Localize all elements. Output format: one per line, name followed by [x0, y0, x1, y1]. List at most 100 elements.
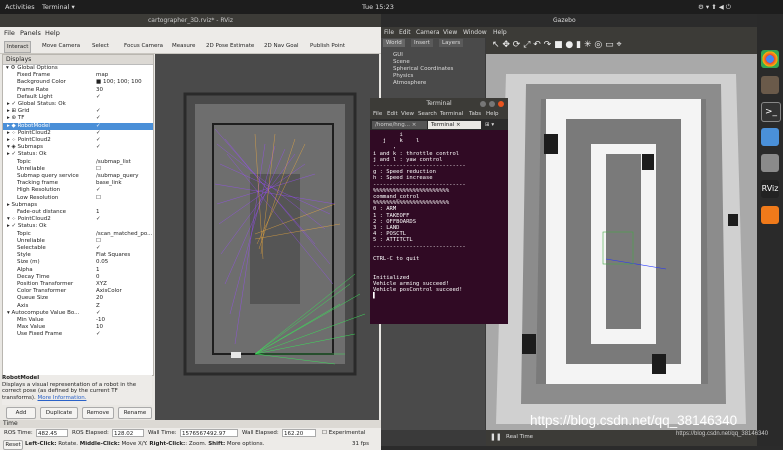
gz-tree-item[interactable]: Physics — [393, 73, 453, 80]
rviz-3d-view[interactable] — [155, 54, 379, 420]
display-row[interactable]: ▸ ✓ Global Status: Ok — [3, 101, 153, 108]
search-icon[interactable] — [761, 128, 779, 146]
tool-focus-camera[interactable]: Focus Camera — [122, 41, 165, 51]
display-row[interactable]: ▸ ⊛ TF ✓ — [3, 115, 153, 122]
close-icon[interactable] — [498, 101, 504, 107]
display-row-value[interactable]: ✓ — [96, 137, 101, 144]
activities-button[interactable]: Activities — [5, 3, 35, 11]
display-row-value[interactable]: ✓ — [96, 187, 101, 194]
display-row-value[interactable]: 30 — [96, 87, 103, 94]
display-row[interactable]: ▸ ✓ Status: Ok — [3, 223, 153, 230]
display-row[interactable]: Submap query service/submap_query — [3, 173, 153, 180]
remove-button[interactable]: Remove — [82, 407, 114, 419]
app-menu[interactable]: Terminal ▾ — [42, 3, 75, 11]
display-row-value[interactable]: AxisColor — [96, 288, 122, 295]
display-row[interactable]: ▾ ◈ Submaps ✓ — [3, 144, 153, 151]
tool-interact[interactable]: Interact — [4, 41, 32, 53]
system-tray-icons[interactable]: ⚙ ▾ ⬆ ◀ ⏻ — [698, 3, 731, 12]
display-row[interactable]: Unreliable ☐ — [3, 166, 153, 173]
menu-file[interactable]: File — [4, 29, 15, 37]
display-row[interactable]: Frame Rate 30 — [3, 87, 153, 94]
maximize-icon[interactable] — [489, 101, 495, 107]
display-row-value[interactable]: ✓ — [96, 108, 101, 115]
term-menu-edit[interactable]: Edit — [387, 111, 398, 117]
gz-tab-insert[interactable]: Insert — [411, 39, 433, 47]
display-row-value[interactable]: ✓ — [96, 144, 101, 151]
tool-select[interactable]: Select — [90, 41, 111, 51]
display-row[interactable]: Topic/submap_list — [3, 159, 153, 166]
duplicate-button[interactable]: Duplicate — [40, 407, 78, 419]
display-row[interactable]: Style Flat Squares — [3, 252, 153, 259]
display-row[interactable]: Color Transformer AxisColor — [3, 288, 153, 295]
term-menu-search[interactable]: Search — [418, 111, 437, 117]
tool-move-camera[interactable]: Move Camera — [40, 41, 82, 51]
display-row[interactable]: Position Transformer XYZ — [3, 281, 153, 288]
display-row[interactable]: Fade-out distance 1 — [3, 209, 153, 216]
display-row-value[interactable]: ✓ — [96, 245, 101, 252]
display-row[interactable]: Tracking frame base_link — [3, 180, 153, 187]
gz-tree-item[interactable]: Scene — [393, 59, 453, 66]
display-row[interactable]: ▸ ⁘ PointCloud2 ✓ — [3, 137, 153, 144]
display-row-value[interactable]: 0 — [96, 274, 100, 281]
chrome-icon[interactable] — [761, 50, 779, 68]
gz-tab-world[interactable]: World — [383, 39, 405, 47]
display-row-value[interactable]: map — [96, 72, 108, 79]
terminal-tab-2[interactable]: Terminal × — [428, 121, 481, 129]
layers-icon[interactable] — [761, 206, 779, 224]
gz-menu-view[interactable]: View — [443, 29, 457, 36]
display-row-value[interactable]: ✓ — [96, 94, 101, 101]
display-row[interactable]: Selectable ✓ — [3, 245, 153, 252]
gz-tree-item[interactable]: Atmosphere — [393, 80, 453, 87]
display-row-value[interactable]: 10 — [96, 324, 103, 331]
display-row-value[interactable]: XYZ — [96, 281, 107, 288]
gz-menu-camera[interactable]: Camera — [416, 29, 440, 36]
pause-icon[interactable]: ❚❚ — [490, 433, 502, 441]
terminal-tab-1[interactable]: /home/hng... × — [372, 121, 427, 129]
tool-publish-point[interactable]: Publish Point — [308, 41, 347, 51]
display-row[interactable]: Alpha 1 — [3, 267, 153, 274]
display-row-value[interactable]: 1 — [96, 267, 100, 274]
display-row[interactable]: ▸ ⊞ Grid ✓ — [3, 108, 153, 115]
tool-measure[interactable]: Measure — [170, 41, 197, 51]
terminal-output[interactable]: i j k l ,i and k : throttle control j and… — [373, 132, 507, 322]
display-row-value[interactable]: 0.05 — [96, 259, 108, 266]
display-row[interactable]: Max Value 10 — [3, 324, 153, 331]
term-menu-view[interactable]: View — [401, 111, 414, 117]
gz-menu-window[interactable]: Window — [463, 29, 487, 36]
menu-help[interactable]: Help — [45, 29, 60, 37]
menu-panels[interactable]: Panels — [20, 29, 41, 37]
display-row-value[interactable]: ✓ — [96, 115, 101, 122]
display-row-value[interactable]: -10 — [96, 317, 105, 324]
display-row-value[interactable]: 20 — [96, 295, 103, 302]
display-row-value[interactable]: ■ 100; 100; 100 — [96, 79, 142, 86]
display-row-value[interactable]: ☐ — [96, 238, 101, 245]
display-row-value[interactable]: /submap_list — [96, 159, 131, 166]
display-row[interactable]: ▾ Autocompute Value Bo... ✓ — [3, 310, 153, 317]
display-row-value[interactable]: ✓ — [96, 216, 101, 223]
display-row-value[interactable]: Flat Squares — [96, 252, 130, 259]
term-menu-tabs[interactable]: Tabs — [469, 111, 481, 117]
display-row[interactable]: ▸ ✓ Status: Ok — [3, 151, 153, 158]
display-row-value[interactable]: ✓ — [96, 130, 101, 137]
display-row[interactable]: Queue Size 20 — [3, 295, 153, 302]
files-icon[interactable] — [761, 76, 779, 94]
gz-tool-icons[interactable]: ↖ ✥ ⟳ ⤢ ↶ ↷ ■ ● ▮ ✳ ◎ ▭ ⌖ — [492, 40, 622, 50]
display-row[interactable]: ▾ ⚙ Global Options — [3, 65, 153, 72]
gz-world-tree[interactable]: GUI Scene Spherical Coordinates Physics … — [393, 52, 453, 87]
terminal-icon[interactable]: >_ — [761, 102, 781, 122]
display-row[interactable]: Topic/scan_matched_po... — [3, 231, 153, 238]
term-menu-terminal[interactable]: Terminal — [440, 111, 463, 117]
display-row[interactable]: Fixed Frame map — [3, 72, 153, 79]
display-row[interactable]: ▸ ⁘ PointCloud2 ✓ — [3, 130, 153, 137]
display-row[interactable]: Size (m) 0.05 — [3, 259, 153, 266]
display-row-value[interactable]: ✓ — [96, 310, 101, 317]
display-row[interactable]: Min Value -10 — [3, 317, 153, 324]
new-tab-icon[interactable]: ⊞ ▾ — [482, 121, 494, 129]
display-row-value[interactable]: ✓ — [96, 331, 101, 338]
display-row-value[interactable]: /submap_query — [96, 173, 139, 180]
experimental-checkbox[interactable]: ☐ Experimental — [322, 430, 365, 436]
gz-tree-item[interactable]: GUI — [393, 52, 453, 59]
clock[interactable]: Tue 15:23 — [362, 3, 394, 11]
displays-tree[interactable]: ▾ ⚙ Global Options Fixed Frame map Backgrou… — [3, 65, 153, 365]
tool-2d-nav-goal[interactable]: 2D Nav Goal — [262, 41, 301, 51]
